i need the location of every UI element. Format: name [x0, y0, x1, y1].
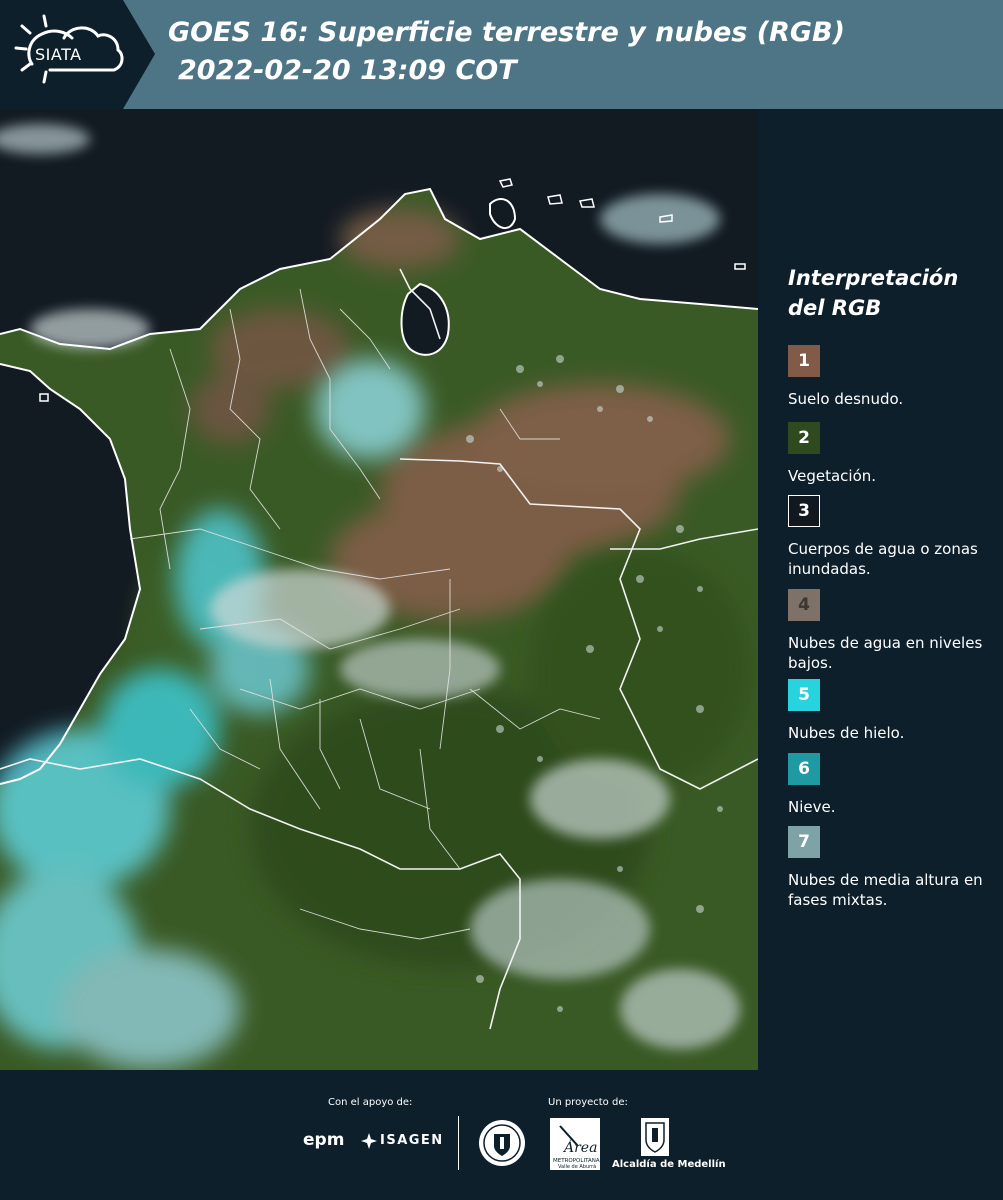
legend-label: Cuerpos de agua o zonas inundadas.: [788, 540, 978, 578]
legend-swatch: 7: [788, 826, 820, 858]
isagen-logo-icon: [361, 1133, 377, 1149]
page-title: GOES 16: Superficie terrestre y nubes (R…: [168, 14, 845, 90]
epm-logo[interactable]: epm: [303, 1130, 344, 1150]
legend-swatch: 3: [788, 495, 820, 527]
legend-label: Nubes de media altura en fases mixtas.: [788, 871, 983, 909]
legend-swatch: 4: [788, 589, 820, 621]
legend-swatch: 2: [788, 422, 820, 454]
siata-wordmark: SIATA: [35, 45, 82, 64]
area-subtitle-2: Valle de Aburrá: [558, 1163, 596, 1170]
legend-item-vegetation: 2 Vegetación.: [788, 422, 998, 486]
support-label: Con el apoyo de:: [328, 1097, 413, 1108]
legend-item-water-bodies: 3 Cuerpos de agua o zonas inundadas.: [788, 495, 998, 579]
isagen-logo[interactable]: ISAGEN: [380, 1133, 444, 1148]
medellin-seal-icon[interactable]: [477, 1118, 527, 1168]
area-name: Área: [562, 1138, 597, 1156]
alcaldia-name: Alcaldía de Medellín: [612, 1159, 726, 1170]
area-metropolitana-logo-icon[interactable]: Área METROPOLITANA Valle de Aburrá: [550, 1118, 600, 1170]
legend-label: Vegetación.: [788, 467, 877, 485]
title-product: GOES 16: Superficie terrestre y nubes (R…: [168, 17, 845, 48]
footer-divider: [458, 1116, 459, 1170]
alcaldia-shield-icon[interactable]: [641, 1118, 669, 1156]
legend-item-mixed-phase-clouds: 7 Nubes de media altura en fases mixtas.: [788, 826, 998, 910]
siata-logo[interactable]: SIATA: [0, 0, 155, 109]
legend-label: Suelo desnudo.: [788, 390, 904, 408]
title-datetime: 2022-02-20 13:09 COT: [178, 55, 517, 86]
legend-label: Nubes de agua en niveles bajos.: [788, 634, 983, 672]
legend-item-bare-soil: 1 Suelo desnudo.: [788, 345, 998, 409]
legend-title: Interpretación del RGB: [788, 266, 959, 320]
legend-item-low-water-clouds: 4 Nubes de agua en niveles bajos.: [788, 589, 998, 673]
legend-item-snow: 6 Nieve.: [788, 753, 998, 817]
header-bar: SIATA GOES 16: Superficie terrestre y nu…: [0, 0, 1003, 109]
legend-swatch: 5: [788, 679, 820, 711]
legend-swatch: 6: [788, 753, 820, 785]
map-canvas: [0, 109, 758, 1070]
legend-label: Nubes de hielo.: [788, 724, 905, 742]
legend-label: Nieve.: [788, 798, 836, 816]
legend-item-ice-clouds: 5 Nubes de hielo.: [788, 679, 998, 743]
project-label: Un proyecto de:: [548, 1097, 628, 1108]
legend-swatch: 1: [788, 345, 820, 377]
footer: Con el apoyo de: Un proyecto de: epm ISA…: [0, 1070, 1003, 1200]
satellite-map[interactable]: [0, 109, 758, 1070]
legend-panel: Interpretación del RGB 1 Suelo desnudo. …: [758, 109, 1003, 1070]
